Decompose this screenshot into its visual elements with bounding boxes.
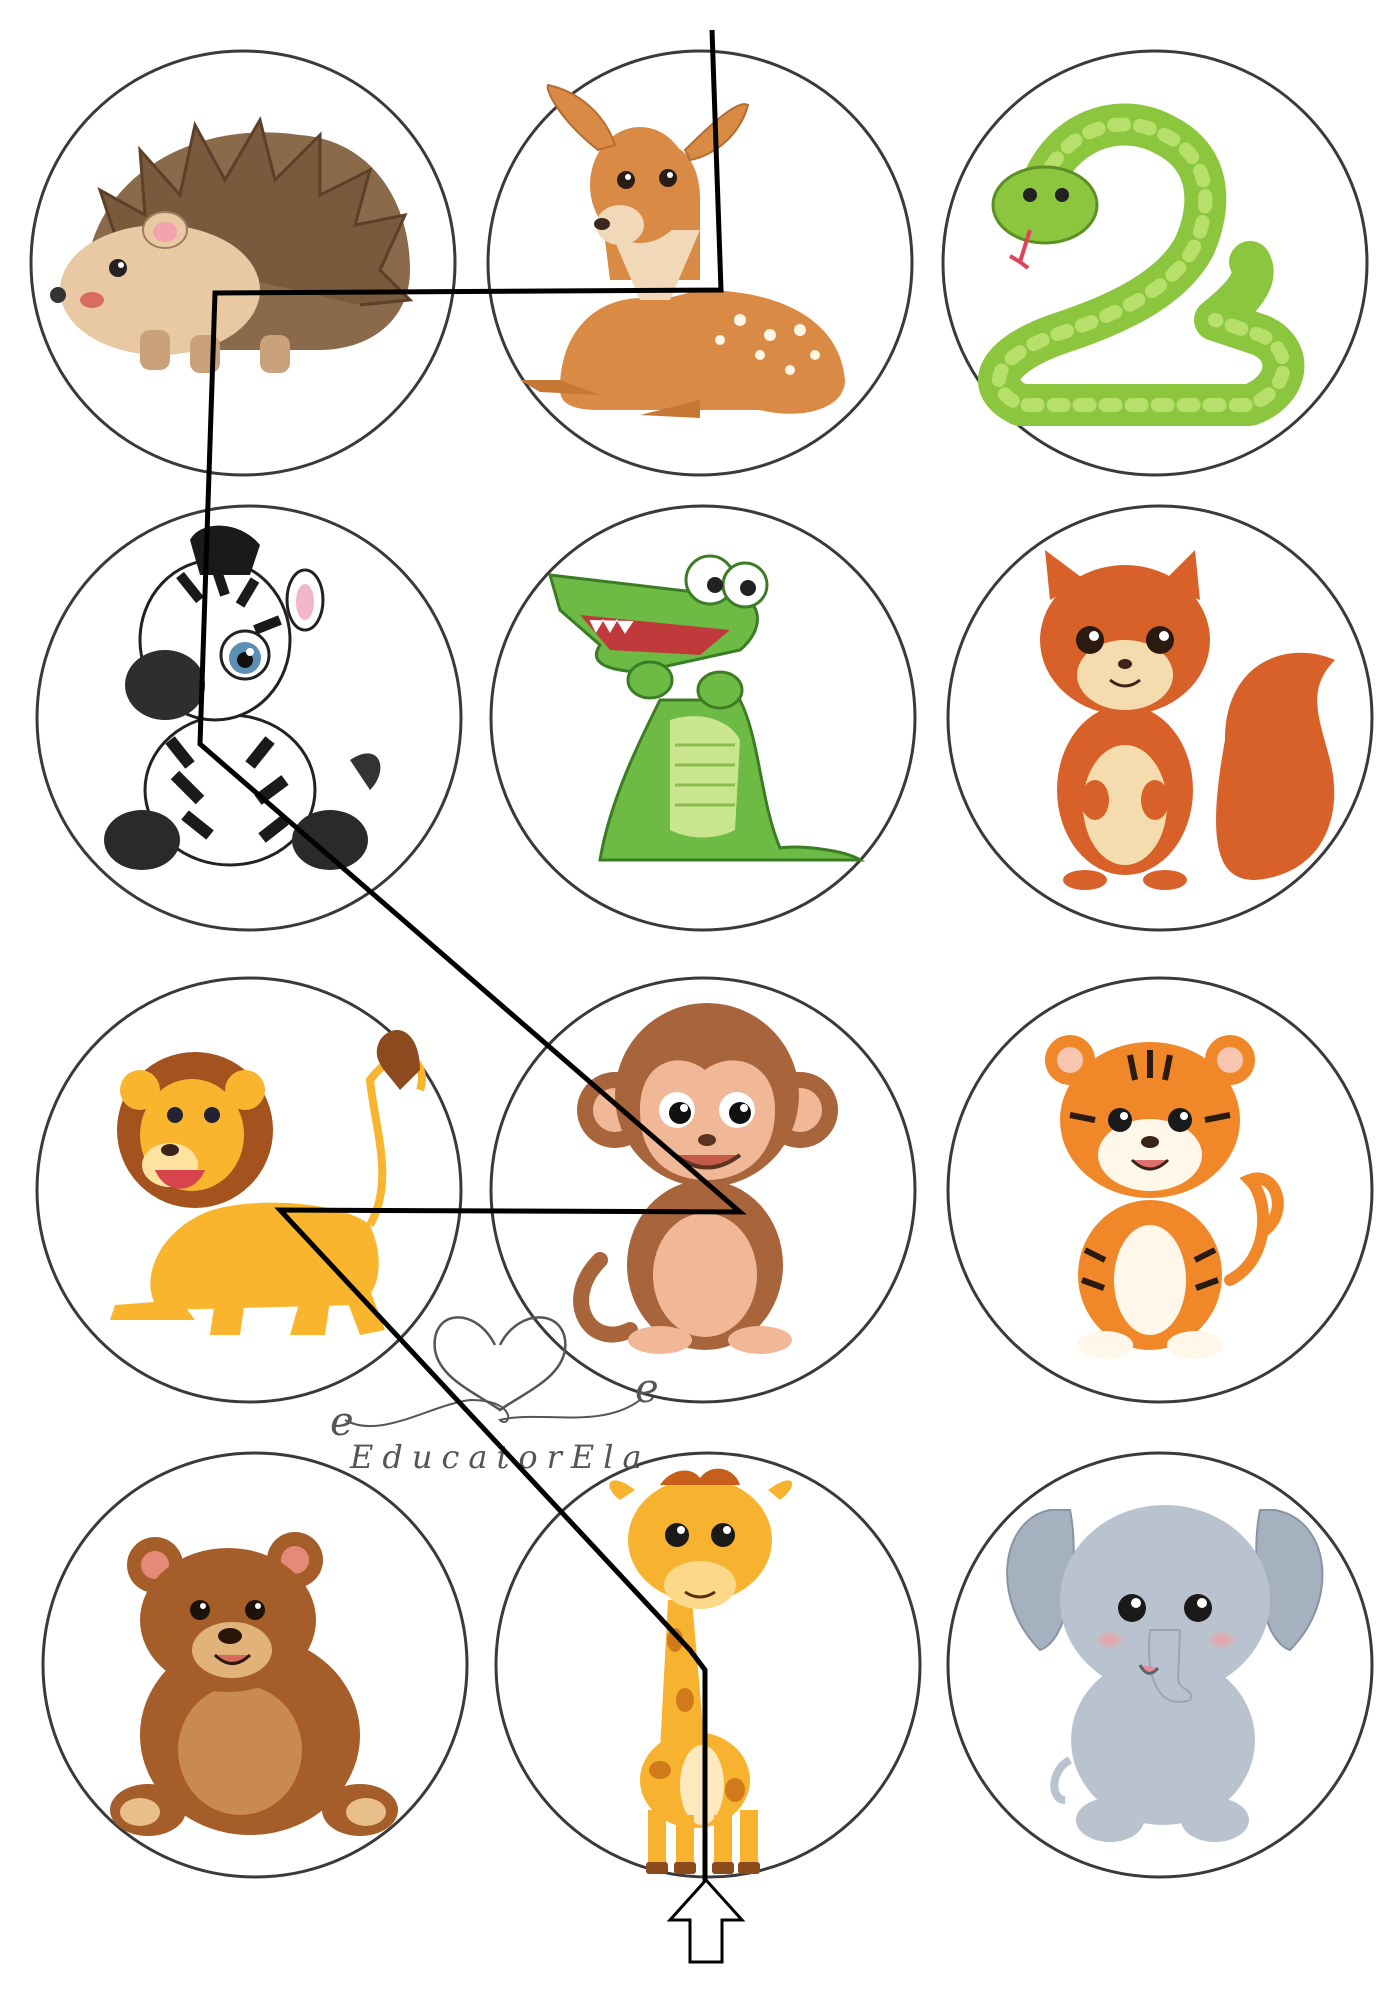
crocodile-illustration bbox=[547, 554, 865, 862]
snake-illustration bbox=[978, 103, 1305, 426]
watermark-initial-right: e bbox=[635, 1366, 659, 1412]
fawn-illustration bbox=[520, 83, 845, 418]
zebra-illustration bbox=[104, 525, 381, 870]
monkey-illustration bbox=[573, 1003, 838, 1354]
up-arrow-icon bbox=[666, 1877, 746, 1964]
activity-sheet: e e EducatorEla bbox=[29, 29, 1374, 1964]
tiger-illustration bbox=[1045, 1035, 1284, 1359]
giraffe-illustration bbox=[609, 1468, 793, 1874]
bear-illustration bbox=[110, 1532, 398, 1836]
hedgehog-illustration bbox=[50, 116, 414, 373]
squirrel-illustration bbox=[1040, 550, 1335, 890]
lion-illustration bbox=[110, 1030, 426, 1335]
elephant-illustration bbox=[1006, 1505, 1324, 1842]
